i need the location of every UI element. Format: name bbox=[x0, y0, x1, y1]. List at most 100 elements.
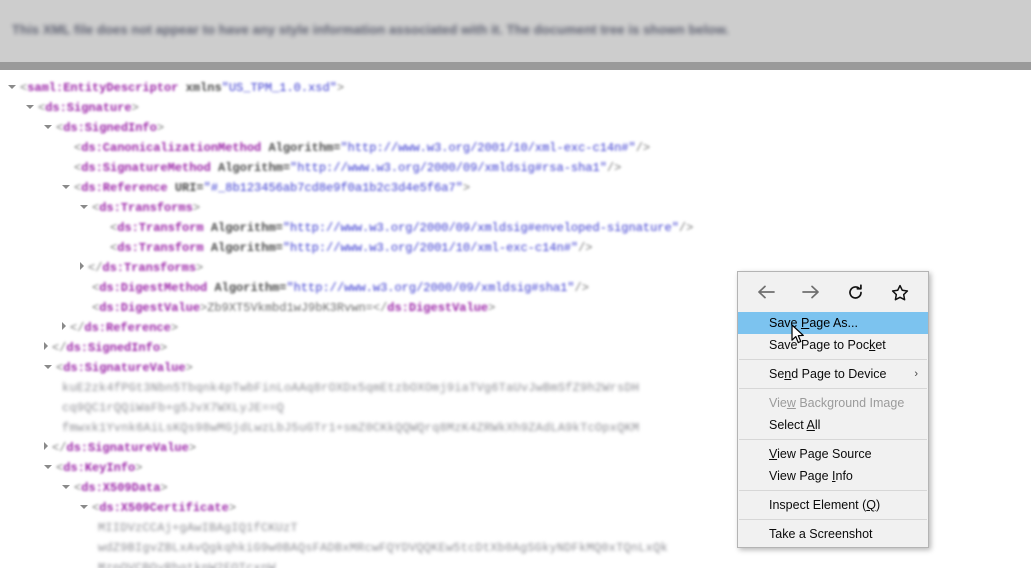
base64-text: cq9QC1rQQiWaFb+g5JvX7WXLyJE==Q bbox=[62, 401, 285, 415]
menu-item-send-page-to-device[interactable]: Send Page to Device › bbox=[738, 363, 928, 385]
angle-bracket-close: /> bbox=[574, 281, 589, 295]
xml-no-style-message: This XML file does not appear to have an… bbox=[12, 22, 730, 37]
menu-item-select-all[interactable]: Select All bbox=[738, 414, 928, 436]
xml-attribute-name: xmlns bbox=[185, 81, 222, 95]
xml-element-content: </ds:SignedInfo> bbox=[52, 341, 167, 355]
xml-element-content: <ds:Transforms> bbox=[92, 201, 200, 215]
context-menu-items[interactable]: Save Page As... Save Page to Pocket Send P… bbox=[738, 312, 928, 545]
xml-tag-name: ds:Transforms bbox=[99, 201, 193, 215]
forward-button[interactable] bbox=[796, 278, 826, 306]
menu-item-save-page-as[interactable]: Save Page As... bbox=[738, 312, 928, 334]
angle-bracket-close: > bbox=[131, 101, 139, 115]
xml-element-content: <ds:X509Certificate> bbox=[92, 501, 236, 515]
xml-tag-name: ds:CanonicalizationMethod bbox=[81, 141, 262, 155]
xml-tag-name: ds:X509Data bbox=[81, 481, 161, 495]
base64-text: kuE2zk4fPGt3Nbn5Tbqnk4pTwbFinLoAAq8rOXDx… bbox=[62, 381, 640, 395]
xml-element-row[interactable]: <ds:SignatureMethod Algorithm="http://ww… bbox=[0, 158, 1031, 178]
xml-element-row[interactable]: <ds:SignedInfo> bbox=[0, 118, 1031, 138]
menu-item-view-background-image: View Background Image bbox=[738, 392, 928, 414]
xml-tag-name: ds:Transforms bbox=[102, 261, 197, 275]
base64-text: MIIDVzCCAj+gAwIBAgIQ1fCKUzT bbox=[98, 521, 298, 535]
xml-tag-name: ds:Reference bbox=[81, 181, 168, 195]
xml-tag-name: ds:Reference bbox=[84, 321, 171, 335]
angle-bracket-close: /> bbox=[578, 241, 593, 255]
access-key-char: V bbox=[769, 447, 778, 461]
tree-twisty-icon[interactable] bbox=[80, 505, 88, 509]
xml-element-content: <ds:Reference URI="#_8b123456ab7cd8e9f0a… bbox=[74, 181, 470, 195]
xml-attribute-name: URI= bbox=[174, 181, 204, 195]
tree-twisty-icon[interactable] bbox=[80, 262, 84, 270]
xml-no-style-banner: This XML file does not appear to have an… bbox=[0, 0, 1031, 62]
xml-attribute-name: Algorithm= bbox=[210, 241, 283, 255]
xml-tag-name: ds:SignedInfo bbox=[63, 121, 157, 135]
xml-tag-name: ds:DigestValue bbox=[99, 301, 201, 315]
xml-element-content: <saml:EntityDescriptor xmlns"US_TPM_1.0.… bbox=[20, 81, 344, 95]
menu-item-view-page-source[interactable]: View Page Source bbox=[738, 443, 928, 465]
tree-twisty-icon[interactable] bbox=[44, 342, 48, 350]
access-key-char: Q bbox=[866, 498, 876, 512]
xml-element-row[interactable]: <ds:Transforms> bbox=[0, 198, 1031, 218]
xml-element-content: <ds:SignatureMethod Algorithm="http://ww… bbox=[74, 161, 621, 175]
bookmark-button[interactable] bbox=[885, 278, 915, 306]
angle-bracket-close: > bbox=[156, 121, 165, 135]
xml-element-content: <ds:DigestValue>Zb9XT5Vkmbd1wJ9bK3Rvwn=<… bbox=[92, 301, 495, 315]
tree-twisty-icon[interactable] bbox=[80, 205, 88, 209]
xml-element-content: <ds:CanonicalizationMethod Algorithm="ht… bbox=[74, 141, 650, 155]
back-button[interactable] bbox=[751, 278, 781, 306]
menu-item-save-page-to-pocket[interactable]: Save Page to Pocket bbox=[738, 334, 928, 356]
xml-attribute-name: Algorithm= bbox=[214, 281, 287, 295]
reload-button[interactable] bbox=[840, 278, 870, 306]
angle-bracket-close: > bbox=[160, 341, 168, 355]
angle-bracket-close: > bbox=[196, 261, 204, 275]
access-key-char: I bbox=[832, 469, 836, 483]
tree-twisty-icon[interactable] bbox=[44, 442, 48, 450]
xml-element-row[interactable]: <ds:Transform Algorithm="http://www.w3.o… bbox=[0, 218, 1031, 238]
menu-item-label: Select All bbox=[769, 418, 821, 432]
access-key-char: w bbox=[786, 396, 796, 410]
xml-element-content: <ds:X509Data> bbox=[74, 481, 168, 495]
xml-text-node[interactable]: MzpQVCBQyRhqtkpW2FQTcxnW bbox=[0, 558, 1031, 568]
xml-attribute-value: "http://www.w3.org/2000/09/xmldsig#envel… bbox=[282, 221, 679, 235]
menu-item-take-a-screenshot[interactable]: Take a Screenshot bbox=[738, 523, 928, 545]
xml-element-row[interactable]: <ds:CanonicalizationMethod Algorithm="ht… bbox=[0, 138, 1031, 158]
xml-element-content: <ds:SignedInfo> bbox=[56, 121, 164, 135]
tree-twisty-icon[interactable] bbox=[8, 85, 16, 89]
angle-bracket-close: > bbox=[336, 81, 345, 95]
access-key-char: P bbox=[800, 316, 810, 330]
context-menu-nav-row[interactable] bbox=[738, 272, 928, 312]
base64-text: wdZ9BIgvZBLxAvQgkqhkiG9w0BAQsFADBxMRcwFQ… bbox=[98, 541, 668, 555]
tree-twisty-icon[interactable] bbox=[62, 185, 70, 189]
angle-bracket-close: > bbox=[488, 301, 496, 315]
xml-tag-name: ds:SignatureMethod bbox=[81, 161, 211, 175]
xml-element-content: </ds:Reference> bbox=[70, 321, 178, 335]
menu-item-label: Save Page to Pocket bbox=[769, 338, 886, 352]
arrow-left-icon bbox=[757, 285, 775, 299]
xml-element-row[interactable]: <ds:Signature> bbox=[0, 98, 1031, 118]
xml-attribute-name: Algorithm= bbox=[218, 161, 291, 175]
tree-twisty-icon[interactable] bbox=[62, 485, 70, 489]
tree-twisty-icon[interactable] bbox=[62, 322, 66, 330]
access-key-char: k bbox=[869, 338, 876, 352]
menu-item-inspect-element-q[interactable]: Inspect Element (Q) bbox=[738, 494, 928, 516]
menu-item-view-page-info[interactable]: View Page Info bbox=[738, 465, 928, 487]
angle-bracket-close: > bbox=[185, 361, 193, 375]
tree-twisty-icon[interactable] bbox=[26, 105, 34, 109]
xml-tag-name: ds:Signature bbox=[45, 101, 132, 115]
angle-bracket-close: /> bbox=[606, 161, 622, 175]
context-menu[interactable]: Save Page As... Save Page to Pocket Send P… bbox=[737, 271, 929, 548]
xml-attribute-value: "http://www.w3.org/2001/10/xml-exc-c14n#… bbox=[282, 241, 579, 255]
xml-tag-name: ds:SignatureValue bbox=[63, 361, 186, 375]
angle-bracket-close: > bbox=[160, 481, 168, 495]
xml-element-row[interactable]: <ds:Reference URI="#_8b123456ab7cd8e9f0a… bbox=[0, 178, 1031, 198]
xml-tag-name: saml:EntityDescriptor bbox=[27, 81, 179, 95]
xml-element-row[interactable]: <ds:Transform Algorithm="http://www.w3.o… bbox=[0, 238, 1031, 258]
menu-item-label: View Background Image bbox=[769, 396, 905, 410]
tree-twisty-icon[interactable] bbox=[44, 125, 52, 129]
tree-twisty-icon[interactable] bbox=[44, 465, 52, 469]
xml-tag-name: ds:Transform bbox=[117, 221, 204, 235]
tree-twisty-icon[interactable] bbox=[44, 365, 52, 369]
menu-separator bbox=[739, 519, 927, 520]
xml-tag-name: ds:DigestValue bbox=[387, 301, 489, 315]
xml-attribute-value: "http://www.w3.org/2000/09/xmldsig#rsa-s… bbox=[290, 161, 607, 175]
xml-element-row[interactable]: <saml:EntityDescriptor xmlns"US_TPM_1.0.… bbox=[0, 78, 1031, 98]
